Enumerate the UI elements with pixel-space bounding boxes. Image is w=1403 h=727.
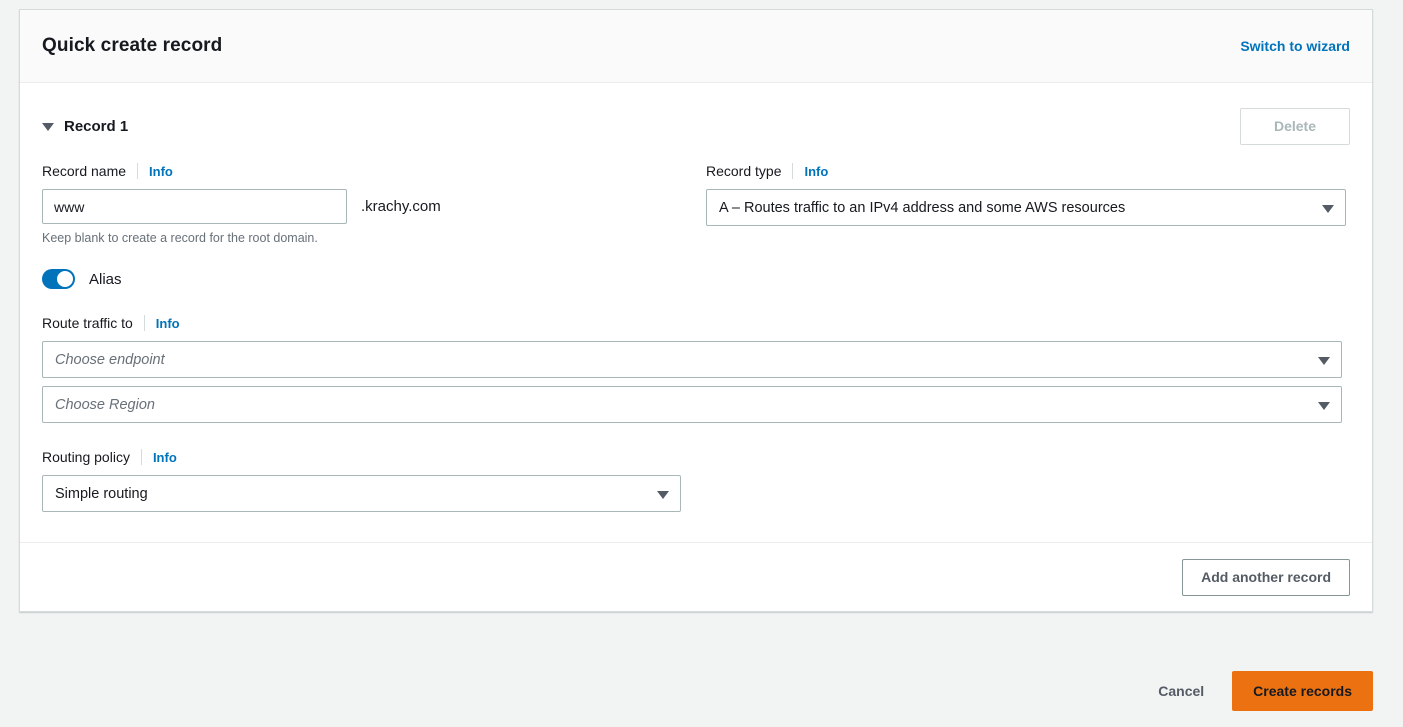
record-type-value: A – Routes traffic to an IPv4 address an… bbox=[719, 199, 1126, 216]
record-name-input[interactable] bbox=[42, 189, 347, 224]
chevron-down-icon bbox=[1318, 356, 1330, 365]
route-traffic-label: Route traffic to bbox=[42, 315, 133, 331]
record-title: Record 1 bbox=[64, 117, 129, 135]
endpoint-select[interactable]: Choose endpoint bbox=[42, 341, 1342, 378]
routing-policy-group: Routing policy Info Simple routing bbox=[42, 447, 1350, 512]
record-collapse-toggle[interactable]: Record 1 bbox=[42, 118, 128, 135]
chevron-down-icon bbox=[1322, 204, 1334, 213]
routing-policy-select[interactable]: Simple routing bbox=[42, 475, 681, 512]
label-divider bbox=[792, 163, 794, 179]
chevron-down-icon bbox=[657, 490, 669, 499]
card-header: Quick create record Switch to wizard bbox=[20, 10, 1372, 83]
delete-record-button[interactable]: Delete bbox=[1240, 107, 1350, 145]
add-another-record-button[interactable]: Add another record bbox=[1182, 558, 1350, 596]
record-type-label: Record type bbox=[706, 163, 782, 179]
route-traffic-info-link[interactable]: Info bbox=[156, 316, 180, 331]
record-type-label-row: Record type Info bbox=[706, 161, 1346, 181]
route-traffic-group: Route traffic to Info Choose endpoint Ch… bbox=[42, 313, 1350, 423]
chevron-down-icon bbox=[1318, 401, 1330, 410]
alias-toggle[interactable]: Alias bbox=[42, 269, 122, 289]
record-name-input-row: .krachy.com bbox=[42, 189, 706, 224]
route-traffic-label-row: Route traffic to Info bbox=[42, 313, 1350, 333]
region-select[interactable]: Choose Region bbox=[42, 386, 1342, 423]
toggle-knob bbox=[57, 271, 73, 287]
label-divider bbox=[140, 449, 142, 465]
page-title: Quick create record bbox=[42, 35, 223, 56]
quick-create-record-card: Quick create record Switch to wizard Rec… bbox=[19, 9, 1373, 612]
record-name-group: Record name Info .krachy.com Keep blank … bbox=[42, 161, 706, 245]
record-header-row: Record 1 Delete bbox=[42, 105, 1350, 147]
alias-label: Alias bbox=[89, 270, 122, 288]
alias-switch[interactable] bbox=[42, 269, 75, 289]
page-actions: Cancel Create records bbox=[1152, 671, 1373, 711]
page-root: Quick create record Switch to wizard Rec… bbox=[0, 0, 1403, 727]
endpoint-placeholder: Choose endpoint bbox=[55, 351, 165, 368]
record-name-label: Record name bbox=[42, 163, 127, 179]
record-type-group: Record type Info A – Routes traffic to a… bbox=[706, 161, 1346, 245]
create-records-button[interactable]: Create records bbox=[1232, 671, 1373, 711]
routing-policy-label: Routing policy bbox=[42, 449, 130, 465]
routing-policy-value: Simple routing bbox=[55, 485, 148, 502]
region-placeholder: Choose Region bbox=[55, 396, 155, 413]
routing-policy-label-row: Routing policy Info bbox=[42, 447, 1350, 467]
domain-suffix: .krachy.com bbox=[361, 198, 441, 215]
record-type-select[interactable]: A – Routes traffic to an IPv4 address an… bbox=[706, 189, 1346, 226]
record-name-label-row: Record name Info bbox=[42, 161, 706, 181]
record-section: Record 1 Delete Record name Info .krachy… bbox=[20, 83, 1372, 543]
cancel-button[interactable]: Cancel bbox=[1152, 683, 1210, 699]
chevron-down-icon bbox=[42, 123, 54, 131]
label-divider bbox=[137, 163, 139, 179]
name-and-type-row: Record name Info .krachy.com Keep blank … bbox=[42, 161, 1350, 245]
record-name-info-link[interactable]: Info bbox=[149, 164, 173, 179]
switch-to-wizard-link[interactable]: Switch to wizard bbox=[1240, 38, 1350, 54]
record-type-info-link[interactable]: Info bbox=[804, 164, 828, 179]
card-footer: Add another record bbox=[20, 543, 1372, 611]
record-name-helper-text: Keep blank to create a record for the ro… bbox=[42, 231, 318, 245]
label-divider bbox=[143, 315, 145, 331]
routing-policy-info-link[interactable]: Info bbox=[153, 450, 177, 465]
